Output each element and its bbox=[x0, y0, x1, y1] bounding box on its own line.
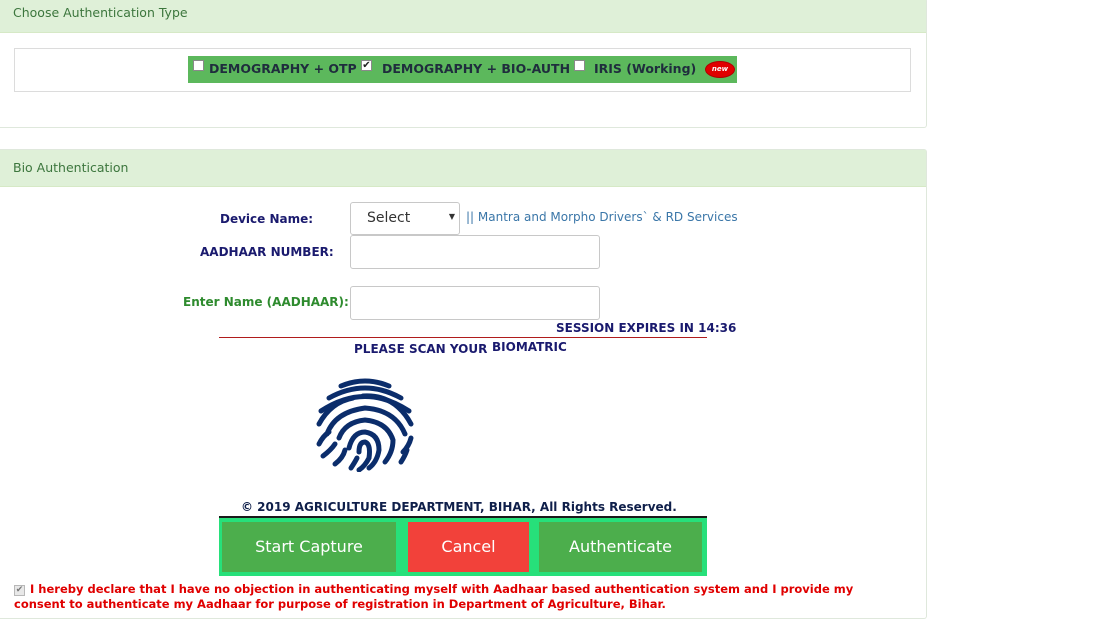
auth-option-otp-checkbox[interactable] bbox=[193, 60, 204, 71]
consent-row: ✔ I hereby declare that I have no objecti… bbox=[14, 582, 904, 612]
consent-checkbox[interactable]: ✔ bbox=[14, 585, 25, 596]
chevron-down-icon: ▼ bbox=[448, 212, 455, 221]
device-name-label: Device Name: bbox=[220, 212, 314, 226]
copyright: © 2019 AGRICULTURE DEPARTMENT, BIHAR, Al… bbox=[241, 500, 677, 514]
scan-instruction: PLEASE SCAN YOUR bbox=[354, 342, 488, 356]
authenticate-button[interactable]: Authenticate bbox=[539, 522, 702, 572]
auth-option-iris-label[interactable]: IRIS (Working) bbox=[594, 61, 696, 76]
aadhaar-name-input[interactable] bbox=[350, 286, 600, 320]
auth-options-strip: DEMOGRAPHY + OTP ✔ DEMOGRAPHY + BIO-AUTH… bbox=[188, 56, 737, 83]
panel-title: Bio Authentication bbox=[0, 150, 926, 187]
scan-instruction-biomatric: BIOMATRIC bbox=[492, 340, 567, 354]
cancel-button[interactable]: Cancel bbox=[408, 522, 529, 572]
new-badge: new bbox=[706, 62, 734, 77]
divider bbox=[219, 337, 707, 338]
fingerprint-icon[interactable] bbox=[313, 378, 417, 472]
start-capture-button[interactable]: Start Capture bbox=[222, 522, 396, 572]
auth-option-iris-checkbox[interactable] bbox=[574, 60, 585, 71]
session-timer: SESSION EXPIRES IN 14:36 bbox=[556, 321, 737, 335]
aadhaar-number-input[interactable] bbox=[350, 235, 600, 269]
auth-option-bio-checkbox[interactable]: ✔ bbox=[361, 60, 372, 71]
aadhaar-name-label: Enter Name (AADHAAR): bbox=[183, 295, 349, 309]
aadhaar-number-label: AADHAAR NUMBER: bbox=[200, 245, 334, 259]
button-bar: Start Capture Cancel Authenticate bbox=[219, 516, 707, 576]
consent-text: I hereby declare that I have no objectio… bbox=[14, 582, 854, 611]
panel-title: Choose Authentication Type bbox=[0, 0, 926, 33]
auth-option-otp-label[interactable]: DEMOGRAPHY + OTP bbox=[209, 61, 357, 76]
drivers-link[interactable]: || Mantra and Morpho Drivers` & RD Servi… bbox=[466, 210, 738, 224]
device-select-value: Select bbox=[367, 210, 411, 226]
auth-option-bio-label[interactable]: DEMOGRAPHY + BIO-AUTH bbox=[382, 61, 570, 76]
device-select[interactable]: Select ▼ bbox=[350, 202, 460, 235]
